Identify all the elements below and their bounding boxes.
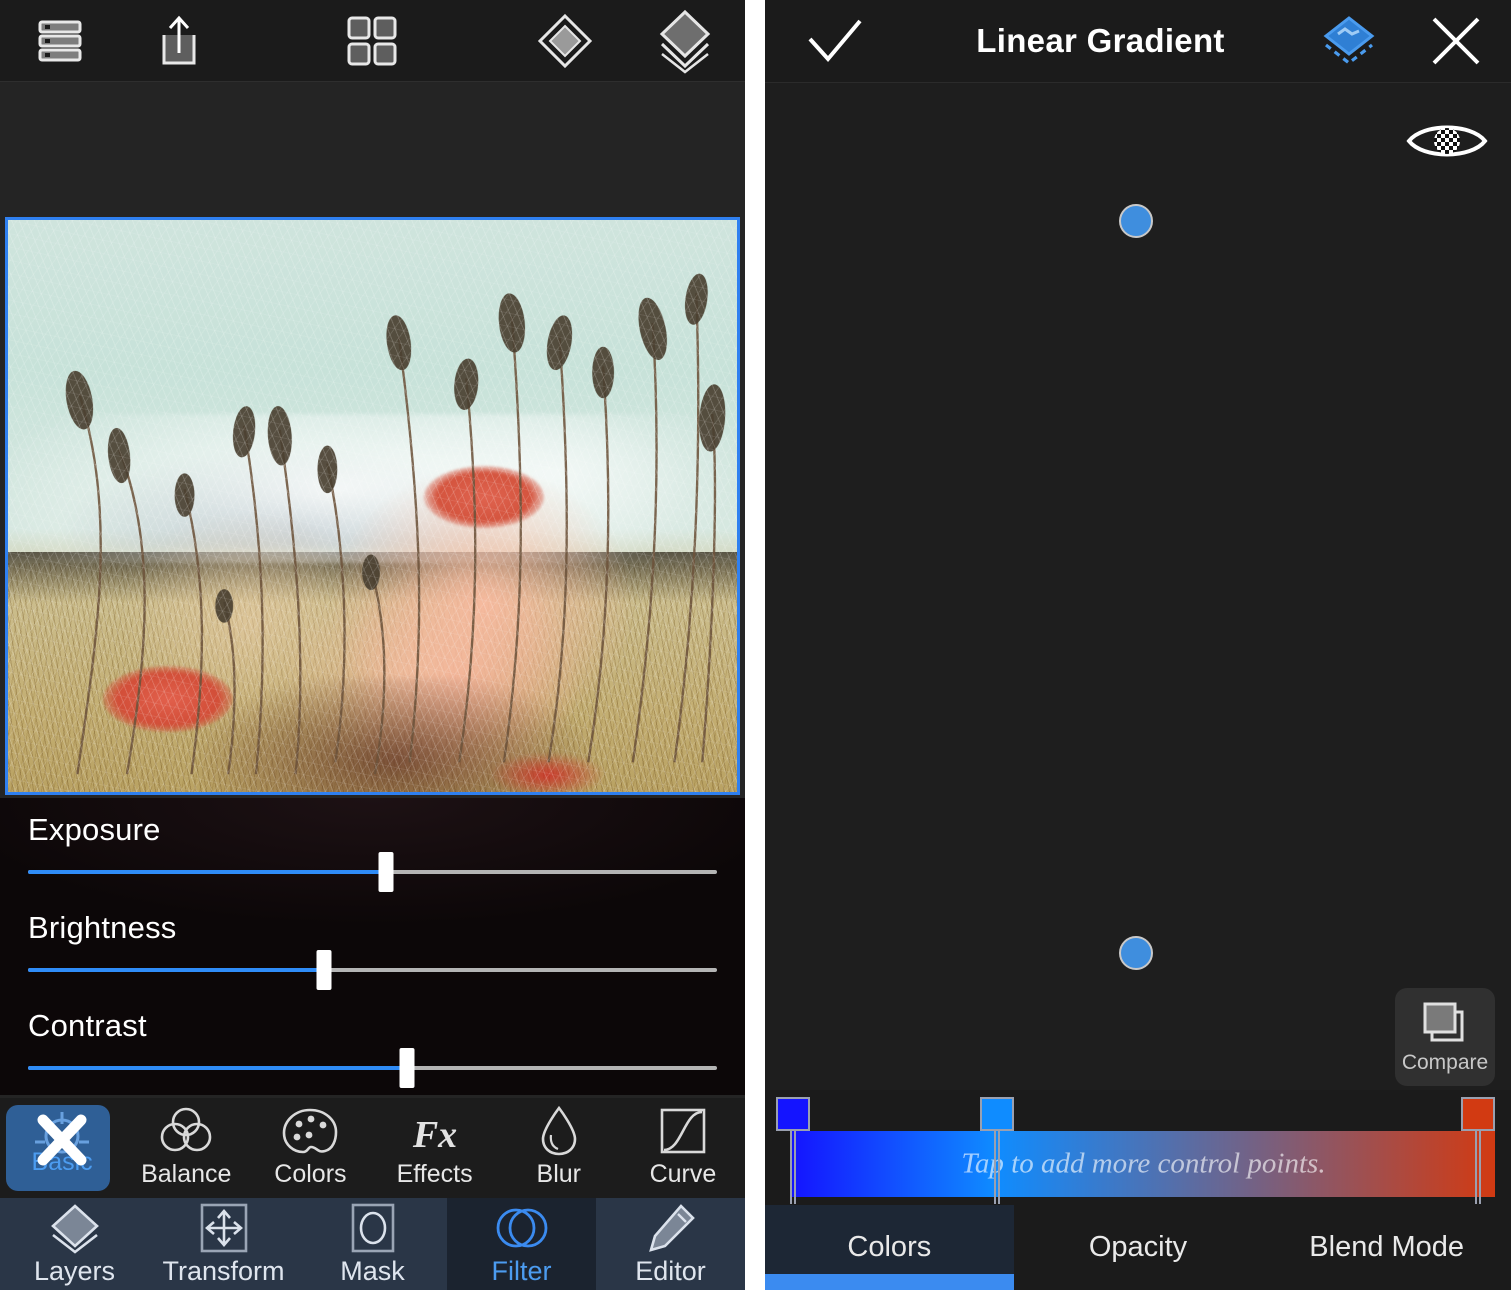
- filter-tab-balance[interactable]: Balance: [124, 1098, 248, 1198]
- nav-label: Layers: [34, 1256, 115, 1287]
- basic-adjust-sliders: Exposure Brightness Contrast: [0, 798, 745, 1095]
- transparency-toggle-button[interactable]: [1405, 118, 1489, 164]
- tab-blend-mode[interactable]: Blend Mode: [1262, 1205, 1511, 1290]
- nav-label: Filter: [492, 1256, 552, 1287]
- filter-tab-blur[interactable]: Blur: [497, 1098, 621, 1198]
- main-bottom-nav: Layers Tr: [0, 1198, 745, 1290]
- confirm-button[interactable]: [765, 17, 905, 65]
- filter-tab-effects[interactable]: Fx Effects: [373, 1098, 497, 1198]
- compare-label: Compare: [1402, 1051, 1488, 1075]
- filter-category-tabs: Basic Balance: [0, 1098, 745, 1198]
- layer-single-icon: [534, 10, 596, 72]
- image-preview-left[interactable]: [5, 217, 740, 795]
- gradient-hint-text: Tap to add more control points.: [792, 1148, 1495, 1181]
- layers-list-button[interactable]: [0, 0, 120, 82]
- slider-thumb: [399, 1048, 414, 1088]
- gradient-bar[interactable]: Tap to add more control points.: [792, 1131, 1495, 1197]
- app-root: Exposure Brightness Contrast: [0, 0, 1511, 1290]
- grid-view-button[interactable]: [238, 0, 505, 82]
- layer-stack-icon: [654, 8, 716, 74]
- checkmark-icon: [804, 17, 866, 65]
- slider-label: Brightness: [28, 910, 717, 946]
- share-button[interactable]: [120, 0, 238, 82]
- filter-tab-colors[interactable]: Colors: [248, 1098, 372, 1198]
- nav-label: Mask: [340, 1256, 405, 1287]
- gradient-property-tabs: Colors Opacity Blend Mode: [765, 1205, 1511, 1290]
- diamond-layers-icon: [1318, 10, 1380, 72]
- filter-tab-curve[interactable]: Curve: [621, 1098, 745, 1198]
- close-x-icon: [1428, 13, 1484, 69]
- slider-exposure[interactable]: Exposure: [0, 798, 745, 874]
- filter-tab-label: Balance: [141, 1160, 231, 1189]
- layer-stack-button[interactable]: [625, 0, 745, 82]
- eye-checkerboard-icon: [1405, 118, 1489, 164]
- curve-icon: [658, 1107, 708, 1157]
- slider-fill: [28, 1066, 407, 1070]
- left-editor-panel: Exposure Brightness Contrast: [0, 0, 745, 1290]
- grid-icon: [346, 15, 398, 67]
- page-title: Linear Gradient: [905, 22, 1296, 60]
- control-point-swatch: [980, 1097, 1014, 1131]
- filter-tab-label: Blur: [537, 1160, 581, 1189]
- layer-single-button[interactable]: [505, 0, 625, 82]
- control-point-stem: [994, 1131, 1000, 1204]
- sparkle-x-icon: [25, 1120, 99, 1170]
- filter-tab-label: Colors: [274, 1160, 346, 1189]
- compare-button[interactable]: Compare: [1395, 988, 1495, 1086]
- filter-tab-basic[interactable]: Basic: [0, 1098, 124, 1198]
- slider-contrast[interactable]: Contrast: [0, 972, 745, 1070]
- left-toolbar: [0, 0, 745, 82]
- palette-icon: [281, 1107, 339, 1157]
- nav-transform[interactable]: Transform: [149, 1198, 298, 1290]
- svg-text:Fx: Fx: [411, 1114, 456, 1156]
- venn-circles-icon: [155, 1107, 217, 1157]
- slider-label: Exposure: [28, 812, 717, 848]
- gradient-header: Linear Gradient: [765, 0, 1511, 83]
- slider-brightness[interactable]: Brightness: [0, 874, 745, 972]
- nav-mask[interactable]: Mask: [298, 1198, 447, 1290]
- control-point-stem: [1475, 1131, 1481, 1204]
- close-button[interactable]: [1401, 13, 1511, 69]
- nav-filter[interactable]: Filter: [447, 1198, 596, 1290]
- control-point-swatch: [776, 1097, 810, 1131]
- filter-tab-label: Effects: [397, 1160, 473, 1189]
- panel-divider: [745, 0, 765, 1290]
- layers-list-icon: [37, 16, 83, 66]
- tab-opacity[interactable]: Opacity: [1014, 1205, 1263, 1290]
- pencil-icon: [645, 1202, 697, 1254]
- compare-squares-icon: [1419, 999, 1471, 1047]
- left-canvas: [0, 83, 745, 798]
- control-point-swatch: [1461, 1097, 1495, 1131]
- nav-editor[interactable]: Editor: [596, 1198, 745, 1290]
- mask-oval-icon: [350, 1202, 396, 1254]
- slider-label: Contrast: [28, 1008, 717, 1044]
- right-gradient-panel: Linear Gradient: [765, 0, 1511, 1290]
- nav-layers[interactable]: Layers: [0, 1198, 149, 1290]
- photo-fiber-texture: [8, 220, 737, 792]
- share-icon: [154, 13, 204, 69]
- filter-tab-label: Curve: [650, 1160, 717, 1189]
- slider-track[interactable]: [28, 1066, 717, 1070]
- gradient-type-button[interactable]: [1296, 10, 1401, 72]
- gradient-editor: Tap to add more control points.: [765, 1090, 1511, 1205]
- layer-stack-icon: [47, 1202, 103, 1254]
- tab-colors[interactable]: Colors: [765, 1205, 1014, 1290]
- photo-composite: [8, 220, 737, 792]
- droplet-icon: [537, 1107, 581, 1157]
- control-point-stem: [790, 1131, 796, 1204]
- gradient-start-handle[interactable]: [1119, 204, 1153, 238]
- move-arrows-icon: [198, 1202, 250, 1254]
- overlap-circles-icon: [494, 1202, 550, 1254]
- nav-label: Transform: [162, 1256, 284, 1287]
- nav-label: Editor: [635, 1256, 706, 1287]
- fx-icon: Fx: [404, 1107, 466, 1157]
- gradient-end-handle[interactable]: [1119, 936, 1153, 970]
